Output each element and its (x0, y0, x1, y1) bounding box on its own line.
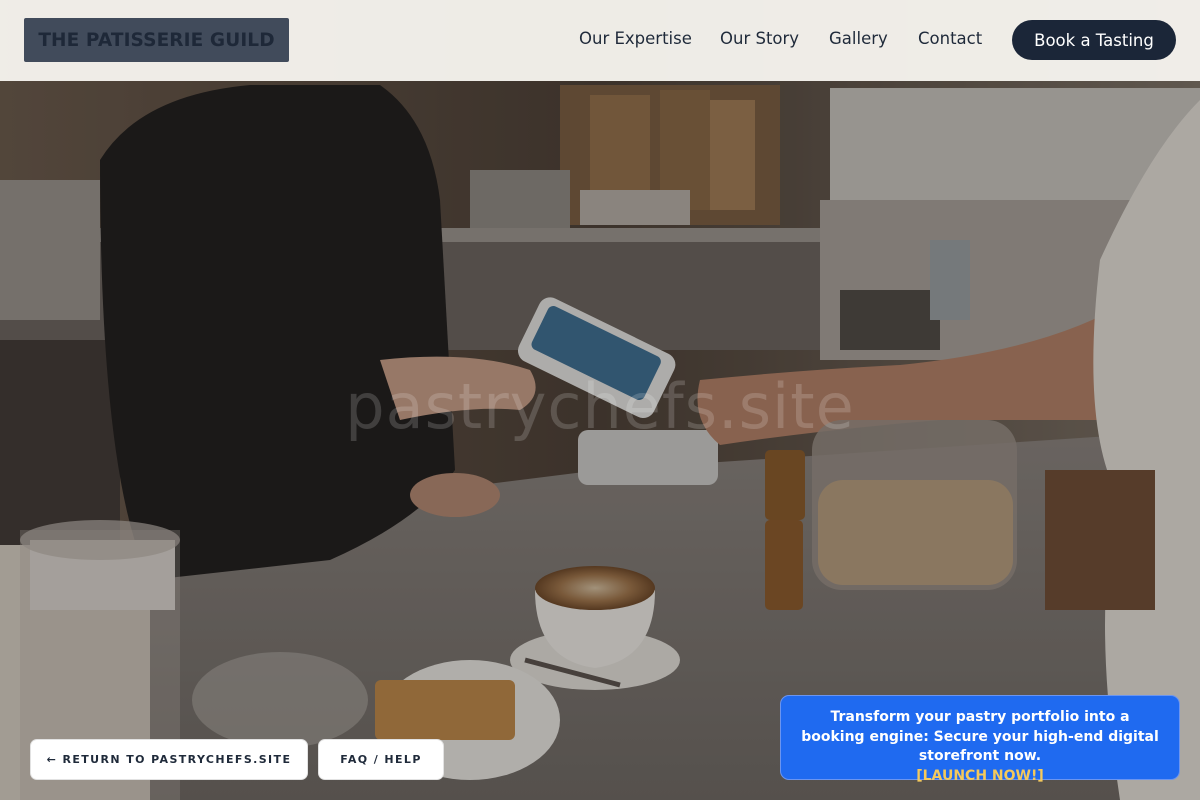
nav-link-gallery[interactable]: Gallery (829, 29, 888, 48)
hero-section: pastrychefs.site (0, 0, 1200, 800)
nav-link-contact[interactable]: Contact (918, 29, 982, 48)
faq-help-button[interactable]: FAQ / HELP (318, 739, 444, 780)
return-to-site-button[interactable]: ← RETURN TO PASTRYCHEFS.SITE (30, 739, 308, 780)
book-tasting-button[interactable]: Book a Tasting (1012, 20, 1176, 60)
nav-link-our-story[interactable]: Our Story (720, 29, 799, 48)
watermark-text: pastrychefs.site (345, 370, 855, 443)
promo-banner[interactable]: Transform your pastry portfolio into a b… (780, 695, 1180, 784)
site-logo[interactable]: THE PATISSERIE GUILD (24, 18, 289, 62)
promo-text: Transform your pastry portfolio into a b… (801, 709, 1159, 764)
launch-now-link[interactable]: [LAUNCH NOW!] (799, 767, 1161, 787)
nav-link-our-expertise[interactable]: Our Expertise (579, 29, 692, 48)
site-header: THE PATISSERIE GUILD Our Expertise Our S… (0, 0, 1200, 81)
